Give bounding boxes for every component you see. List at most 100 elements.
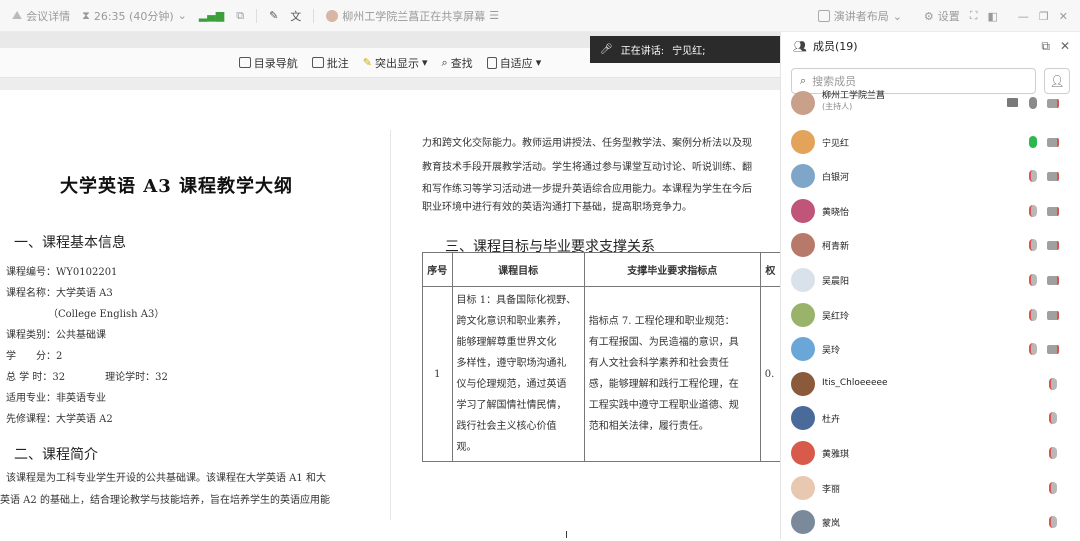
- meeting-details-button[interactable]: ⛰ 会议详情: [12, 8, 70, 24]
- cell-line: 有工程报国、为民造福的意识，具: [588, 337, 739, 348]
- member-row[interactable]: 吴晨阳: [781, 263, 1080, 297]
- member-row[interactable]: 黄晓怡: [781, 194, 1080, 228]
- mic-icon[interactable]: [1029, 97, 1037, 109]
- avatar: [791, 406, 815, 431]
- cell-line: 观。: [456, 442, 477, 453]
- member-row[interactable]: 蒙岚: [781, 505, 1080, 539]
- camera-off-icon[interactable]: [1047, 172, 1059, 182]
- close-icon[interactable]: ✕: [1059, 10, 1068, 23]
- mic-icon: 🎤︎: [600, 44, 613, 55]
- highlight-button[interactable]: ✎ 突出显示 ▾: [363, 55, 428, 71]
- camera-off-icon[interactable]: [1047, 310, 1059, 320]
- toc-nav-button[interactable]: 目录导航: [238, 55, 298, 71]
- member-row[interactable]: 李丽: [781, 471, 1080, 505]
- mic-muted-icon[interactable]: [1029, 274, 1037, 286]
- cell-line: 学习了解国情社情民情，: [456, 400, 567, 411]
- divider: [313, 8, 315, 23]
- page-divider: [390, 130, 391, 520]
- camera-off-icon[interactable]: [1047, 241, 1059, 251]
- cell-line: 目标 1：具备国际化视野、: [456, 295, 577, 306]
- divider: [256, 8, 258, 23]
- sidebar-toggle-icon[interactable]: ◧: [988, 10, 998, 23]
- avatar: [791, 475, 815, 500]
- mic-muted-icon[interactable]: [1029, 170, 1037, 183]
- sharing-status: 柳州工学院兰菖正在共享屏幕 ☰: [326, 8, 499, 24]
- mic-muted-icon[interactable]: [1049, 481, 1057, 494]
- layout-icon: [817, 10, 830, 22]
- screen-share-icon: [1007, 98, 1018, 107]
- chevron-down-icon: ⌄: [177, 9, 187, 22]
- table-header: 序号: [422, 252, 453, 287]
- meeting-timer[interactable]: ⧗ 26:35 (40分钟) ⌄: [82, 8, 187, 24]
- mic-muted-icon[interactable]: [1029, 204, 1037, 217]
- mic-muted-icon[interactable]: [1049, 412, 1057, 425]
- member-name: Itis_Chloeeeee: [822, 377, 888, 388]
- member-row[interactable]: Itis_Chloeeeee: [781, 367, 1080, 401]
- member-row[interactable]: 柳州工学院兰菖 (主持人): [781, 90, 1080, 120]
- gear-icon: ⚙: [923, 9, 934, 23]
- page-icon: [486, 56, 497, 69]
- avatar: [791, 337, 815, 362]
- mic-muted-icon[interactable]: [1029, 343, 1037, 356]
- chevron-down-icon: ▾: [421, 56, 428, 69]
- member-row[interactable]: 宁见红: [781, 125, 1080, 159]
- camera-off-icon[interactable]: [1047, 276, 1059, 285]
- fit-button[interactable]: 自适应 ▾: [486, 55, 541, 71]
- member-role: (主持人): [822, 102, 853, 111]
- page-gap: [0, 78, 780, 90]
- course-code: 课程编号：WY0102201: [6, 267, 118, 278]
- course-name: 课程名称：大学英语 A3: [6, 288, 113, 299]
- minimize-icon[interactable]: —: [1018, 10, 1029, 23]
- paragraph-line: 教育技术手段开展教学活动。学生将通过参与课堂互动讨论、听说训练、翻: [422, 162, 752, 173]
- menu-icon: ☰: [489, 9, 500, 22]
- text-cursor-icon: I: [565, 530, 568, 541]
- close-panel-icon[interactable]: ✕: [1060, 39, 1070, 54]
- member-row[interactable]: 柯青新: [781, 228, 1080, 262]
- member-row[interactable]: 吴红玲: [781, 298, 1080, 332]
- cell-line: 跨文化意识和职业素养，: [456, 316, 567, 327]
- mic-muted-icon[interactable]: [1049, 516, 1057, 529]
- intro-line: 该课程是为工科专业学生开设的公共基础课。该课程在大学英语 A1 和大: [6, 473, 326, 484]
- member-name: 吴晨阳: [822, 277, 850, 287]
- member-name: 柳州工学院兰菖: [822, 91, 886, 101]
- comment-icon: [311, 57, 324, 68]
- member-name: 黄晓怡: [822, 207, 850, 218]
- camera-off-icon[interactable]: [1047, 99, 1059, 108]
- external-link-icon[interactable]: ⧉: [236, 9, 244, 23]
- member-row[interactable]: 白银河: [781, 159, 1080, 193]
- member-list: 柳州工学院兰菖 (主持人) 宁见红 白银河黄晓怡柯青新吴晨阳吴红玲吴玲 Itis_Chl…: [781, 90, 1080, 539]
- popout-icon[interactable]: ⧉: [1041, 39, 1050, 54]
- avatar: [791, 441, 815, 465]
- presenter-layout-button[interactable]: 演讲者布局 ⌄: [817, 8, 902, 24]
- restore-icon[interactable]: ❐: [1039, 10, 1049, 23]
- camera-off-icon[interactable]: [1047, 137, 1059, 147]
- course-credits: 学 分：2: [6, 351, 63, 362]
- mic-on-icon[interactable]: [1029, 135, 1037, 148]
- member-row[interactable]: 黄雅琪: [781, 436, 1080, 470]
- mic-muted-icon[interactable]: [1049, 377, 1057, 390]
- members-icon: 👥︎: [793, 39, 807, 53]
- cell-line: 多样性，遵守职场沟通礼: [456, 358, 567, 369]
- signal-icon[interactable]: ▂▄▆: [199, 9, 224, 22]
- member-row[interactable]: 杜卉: [781, 401, 1080, 435]
- stop-annotate-icon[interactable]: ✎: [269, 9, 278, 22]
- table-header: 支撑毕业要求指标点: [583, 252, 761, 287]
- mic-muted-icon[interactable]: [1049, 447, 1057, 459]
- annotate-button[interactable]: 批注: [311, 55, 349, 71]
- search-icon: ⌕: [800, 74, 807, 87]
- camera-off-icon[interactable]: [1047, 345, 1059, 355]
- course-name-en: （College English A3）: [48, 309, 165, 320]
- course-category: 课程类别：公共基础课: [6, 330, 106, 341]
- avatar: [791, 371, 815, 396]
- hourglass-icon: ⧗: [82, 8, 90, 22]
- translate-icon[interactable]: 文: [290, 8, 301, 24]
- member-name: 吴红玲: [822, 311, 850, 322]
- cell-line: 范和相关法律，履行责任。: [588, 421, 709, 432]
- fullscreen-icon[interactable]: ⛶: [970, 9, 978, 23]
- mic-muted-icon[interactable]: [1029, 239, 1037, 252]
- member-row[interactable]: 吴玲: [781, 332, 1080, 366]
- camera-off-icon[interactable]: [1047, 206, 1059, 216]
- mic-muted-icon[interactable]: [1029, 308, 1037, 321]
- find-button[interactable]: ⌕ 查找: [442, 55, 473, 71]
- settings-button[interactable]: ⚙ 设置: [924, 8, 960, 24]
